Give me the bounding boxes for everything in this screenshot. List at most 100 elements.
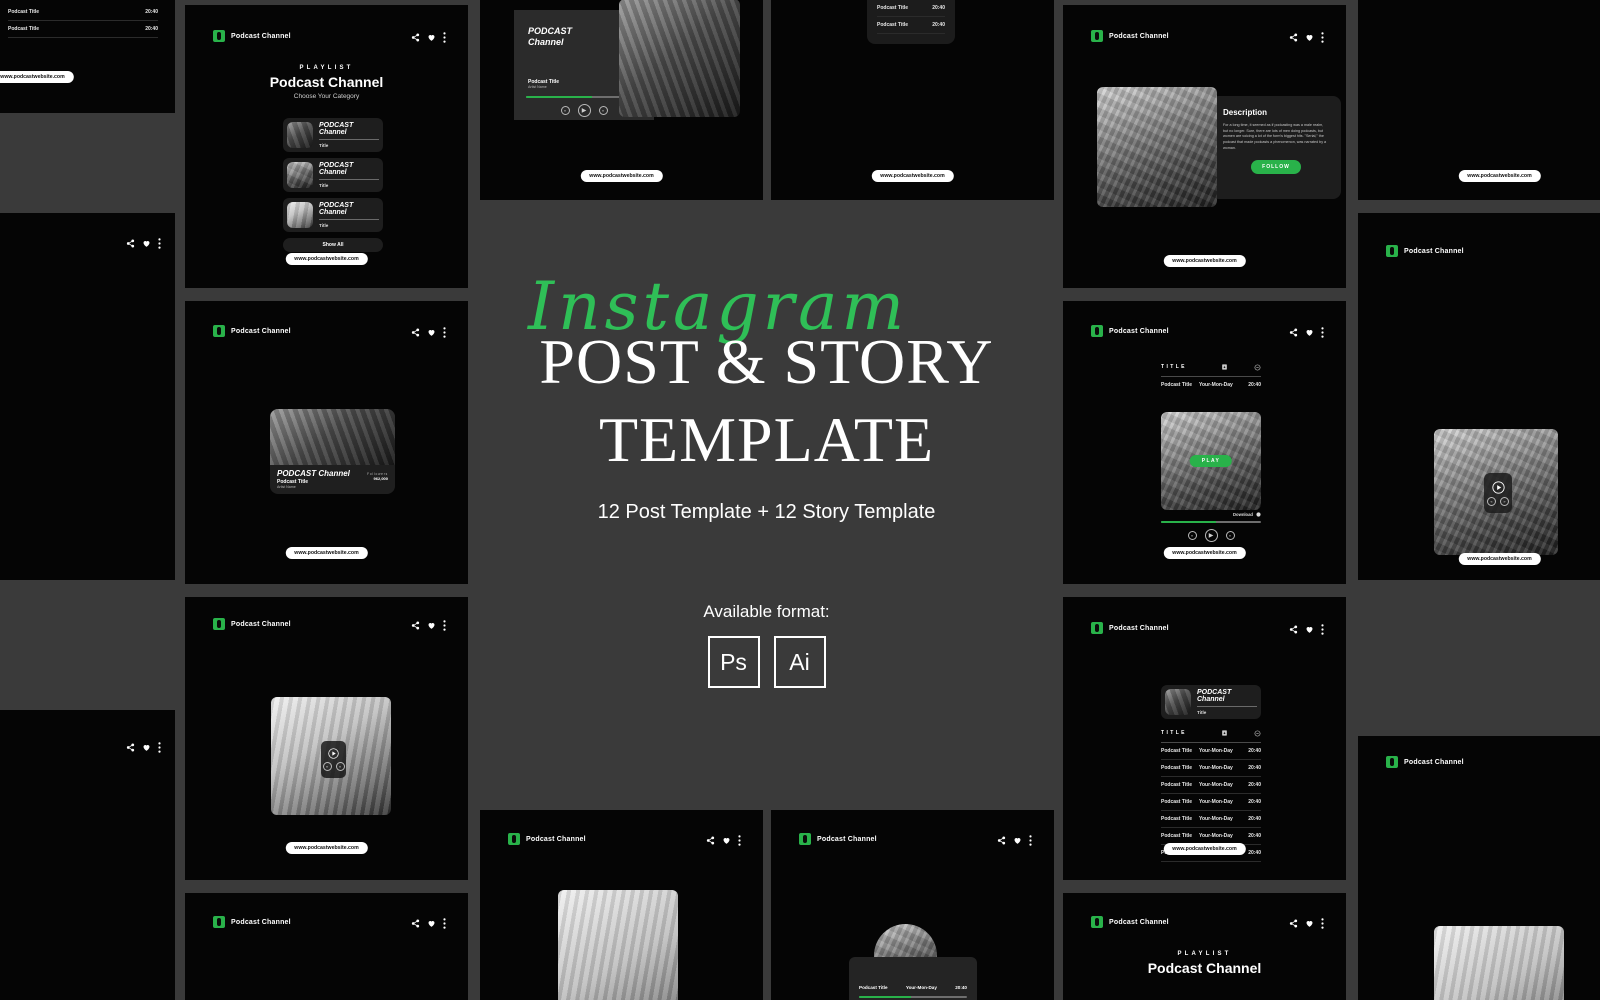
download-icon[interactable] — [1256, 512, 1261, 517]
story-card-edge-right-bottom[interactable]: Podcast Channel — [1358, 736, 1600, 1000]
forward-button[interactable]: » — [335, 762, 345, 771]
story-card-edge-right-top[interactable]: Podcast Channel www.podcastwebsite.com — [1358, 0, 1600, 200]
website-url-pill[interactable]: www.podcastwebsite.com — [1163, 255, 1246, 267]
mini-player-panel[interactable]: Podcast Title Your-Mon-Day 20:40 « ▶ » — [849, 957, 977, 1000]
website-url-pill[interactable]: www.podcastwebsite.com — [285, 253, 368, 265]
follow-button[interactable]: FOLLOW — [1251, 159, 1301, 174]
more-vertical-icon[interactable] — [1321, 918, 1324, 929]
more-vertical-icon[interactable] — [443, 32, 446, 43]
card-actions[interactable] — [997, 835, 1032, 846]
rewind-button[interactable]: « — [322, 762, 332, 771]
download-icon[interactable] — [1221, 363, 1228, 371]
more-vertical-icon[interactable] — [1321, 624, 1324, 635]
heart-icon[interactable] — [427, 33, 436, 42]
website-url-pill[interactable]: www.podcastwebsite.com — [1163, 843, 1246, 855]
post-card-featured[interactable]: Podcast Channel PODCAST Channel Podcast … — [185, 301, 468, 584]
share-icon[interactable] — [126, 239, 135, 248]
website-url-pill[interactable]: www.podcastwebsite.com — [285, 547, 368, 559]
minus-circle-icon[interactable] — [1254, 364, 1261, 371]
share-icon[interactable] — [1289, 919, 1298, 928]
card-actions[interactable] — [411, 327, 446, 338]
play-icon[interactable] — [328, 748, 339, 759]
website-url-pill[interactable]: www.podcastwebsite.com — [0, 71, 74, 83]
story-card-edge-right-video[interactable]: Podcast Channel « » www.podcastwebsite.c… — [1358, 213, 1600, 580]
table-row[interactable]: Podcast Title 20:40 — [877, 0, 945, 17]
card-actions[interactable] — [411, 918, 446, 929]
card-actions[interactable] — [1289, 918, 1324, 929]
more-vertical-icon[interactable] — [443, 620, 446, 631]
heart-icon[interactable] — [142, 239, 151, 248]
share-icon[interactable] — [411, 328, 420, 337]
table-row[interactable]: Podcast Title Your-Mon-Day 20:40 — [1161, 377, 1261, 393]
post-card-col1-bottom-partial[interactable]: Podcast Channel — [185, 893, 468, 1000]
heart-icon[interactable] — [427, 621, 436, 630]
card-actions[interactable] — [1289, 327, 1324, 338]
share-icon[interactable] — [411, 621, 420, 630]
rewind-button[interactable]: « — [1187, 531, 1197, 540]
post-card-mic-photo[interactable]: Podcast Channel « » www.podcastwebsite.c… — [185, 597, 468, 880]
share-icon[interactable] — [997, 836, 1006, 845]
website-url-pill[interactable]: www.podcastwebsite.com — [1163, 547, 1246, 559]
share-icon[interactable] — [1289, 328, 1298, 337]
play-button[interactable]: ▶ — [1204, 529, 1218, 542]
post-card-playlist-bottom[interactable]: Podcast Channel PLAYLIST Podcast Channel — [1063, 893, 1346, 1000]
download-icon[interactable] — [1221, 729, 1228, 737]
play-badge-button[interactable]: PLAY — [1189, 455, 1233, 467]
list-item[interactable]: PODCAST Channel Title — [283, 198, 383, 232]
more-vertical-icon[interactable] — [1321, 327, 1324, 338]
forward-button[interactable]: » — [1225, 531, 1235, 540]
table-row[interactable]: Podcast Title 20:40 — [8, 4, 158, 21]
story-card-episode-list[interactable]: Podcast Title Your-Mon-Day 20:40 TITLE P… — [771, 0, 1054, 200]
featured-media-card[interactable]: PODCAST Channel Podcast Title Artist Nam… — [270, 409, 395, 494]
share-icon[interactable] — [1289, 33, 1298, 42]
post-card-woman-bookshelf[interactable]: Podcast Channel — [480, 810, 763, 1000]
floating-player-controls[interactable]: « » — [321, 741, 346, 778]
post-card-playlist[interactable]: Podcast Channel PLAYLIST Podcast Channel… — [185, 5, 468, 288]
list-item[interactable]: PODCAST Channel Title — [283, 158, 383, 192]
post-card-edge-top-left[interactable]: Podcast Title 20:40 Podcast Title 20:40 … — [0, 0, 175, 113]
share-icon[interactable] — [706, 836, 715, 845]
card-actions[interactable] — [411, 620, 446, 631]
rewind-button[interactable]: « — [1487, 496, 1496, 506]
more-vertical-icon[interactable] — [158, 238, 161, 249]
table-row[interactable]: Podcast Title 20:40 — [8, 21, 158, 38]
more-vertical-icon[interactable] — [443, 327, 446, 338]
table-row[interactable]: Podcast Title 20:40 — [877, 17, 945, 34]
table-row[interactable]: Podcast Title Your-Mon-Day 20:40 — [1161, 760, 1261, 777]
share-icon[interactable] — [411, 33, 420, 42]
website-url-pill[interactable]: www.podcastwebsite.com — [1458, 170, 1541, 182]
episode-list-panel[interactable]: Podcast Title Your-Mon-Day 20:40 TITLE P… — [867, 0, 955, 44]
forward-button[interactable]: » — [1500, 496, 1509, 506]
post-card-description[interactable]: Podcast Channel Description For a long t… — [1063, 5, 1346, 288]
more-vertical-icon[interactable] — [158, 742, 161, 753]
card-actions[interactable] — [126, 742, 161, 753]
more-vertical-icon[interactable] — [1029, 835, 1032, 846]
card-actions[interactable] — [126, 238, 161, 249]
progress-bar[interactable] — [859, 996, 967, 998]
list-item[interactable]: PODCAST Channel Title — [283, 118, 383, 152]
rewind-button[interactable]: « — [560, 105, 570, 115]
more-vertical-icon[interactable] — [738, 835, 741, 846]
share-icon[interactable] — [126, 743, 135, 752]
heart-icon[interactable] — [1305, 328, 1314, 337]
card-actions[interactable] — [411, 32, 446, 43]
story-card-edge-left-creator[interactable]: Created by Podcast Channel FOLLOW — [0, 213, 175, 580]
table-row[interactable]: Podcast Title Your-Mon-Day 20:40 — [1161, 777, 1261, 794]
play-icon[interactable] — [1491, 480, 1505, 494]
heart-icon[interactable] — [1013, 836, 1022, 845]
heart-icon[interactable] — [1305, 625, 1314, 634]
heart-icon[interactable] — [427, 328, 436, 337]
card-actions[interactable] — [1289, 32, 1324, 43]
more-vertical-icon[interactable] — [443, 918, 446, 929]
website-url-pill[interactable]: www.podcastwebsite.com — [871, 170, 954, 182]
player-controls[interactable]: « ▶ » — [1161, 529, 1261, 542]
website-url-pill[interactable]: www.podcastwebsite.com — [1458, 553, 1541, 565]
show-all-button[interactable]: Show All — [283, 238, 383, 252]
heart-icon[interactable] — [427, 919, 436, 928]
minus-circle-icon[interactable] — [1254, 730, 1261, 737]
table-row[interactable]: Podcast Title Your-Mon-Day 20:40 — [1161, 794, 1261, 811]
card-actions[interactable] — [1289, 624, 1324, 635]
forward-button[interactable]: » — [598, 105, 608, 115]
play-button[interactable]: ▶ — [577, 103, 591, 117]
floating-player-controls[interactable]: « » — [1484, 473, 1512, 513]
